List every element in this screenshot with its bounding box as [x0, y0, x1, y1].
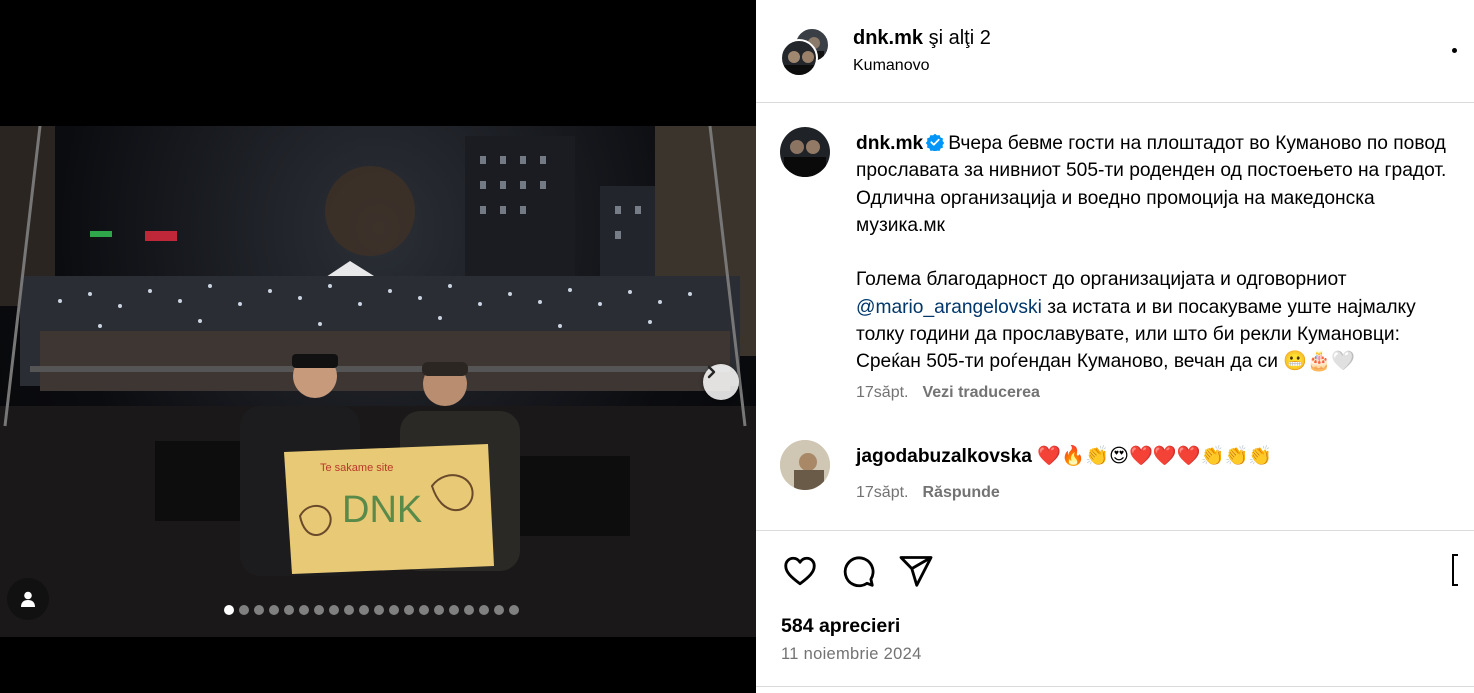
post-author[interactable]: dnk.mk şi alţi 2	[853, 27, 991, 50]
carousel-dot	[464, 605, 474, 615]
next-image-button[interactable]	[703, 364, 739, 400]
coauthor-avatars[interactable]	[780, 27, 832, 79]
post-header: dnk.mk şi alţi 2 Kumanovo	[756, 0, 1474, 103]
heart-icon	[784, 556, 816, 586]
comment-text: ❤️🔥👏😍❤️❤️❤️👏👏👏	[1037, 446, 1273, 467]
reply-button[interactable]: Răspunde	[922, 484, 999, 501]
carousel-dot	[449, 605, 459, 615]
post-caption: dnk.mk Вчера бевме гости на плоштадот во…	[856, 130, 1461, 376]
carousel-dot	[494, 605, 504, 615]
likes-count[interactable]: 584 aprecieri	[781, 615, 900, 638]
bookmark-icon[interactable]	[1452, 554, 1458, 586]
post-sidebar: dnk.mk şi alţi 2 Kumanovo dnk.mk Вчера б…	[756, 0, 1474, 693]
carousel-dot	[434, 605, 444, 615]
avatar[interactable]	[780, 440, 830, 490]
author-username[interactable]: dnk.mk	[853, 27, 923, 49]
carousel-dot	[299, 605, 309, 615]
concert-photo-illustration: Te sakame site DNK	[0, 126, 756, 637]
carousel-dot	[224, 605, 234, 615]
carousel-dot	[344, 605, 354, 615]
caption-meta: 17săpt. Vezi traducerea	[856, 384, 1040, 402]
divider	[756, 686, 1474, 687]
share-button[interactable]	[896, 551, 936, 591]
like-button[interactable]	[780, 551, 820, 591]
comment-meta: 17săpt. Răspunde	[856, 484, 1000, 502]
caption-username[interactable]: dnk.mk	[856, 133, 923, 154]
carousel-indicator	[224, 605, 519, 615]
user-tag-icon	[21, 591, 35, 607]
tagged-users-button[interactable]	[7, 578, 49, 620]
carousel-dot	[329, 605, 339, 615]
caption-paragraph-1: Вчера бевме гости на плоштадот во Кумано…	[856, 133, 1447, 236]
action-bar	[780, 551, 936, 591]
post-media: Te sakame site DNK	[0, 0, 756, 693]
carousel-dot	[389, 605, 399, 615]
carousel-dot	[254, 605, 264, 615]
more-options-icon[interactable]	[1452, 48, 1457, 53]
caption-time[interactable]: 17săpt.	[856, 384, 908, 401]
carousel-dot	[314, 605, 324, 615]
post-photo[interactable]: Te sakame site DNK	[0, 126, 756, 637]
carousel-dot	[239, 605, 249, 615]
carousel-dot	[269, 605, 279, 615]
comment-username[interactable]: jagodabuzalkovska	[856, 446, 1032, 467]
carousel-dot	[419, 605, 429, 615]
comment-button[interactable]	[838, 551, 878, 591]
avatar	[780, 39, 818, 77]
carousel-dot	[509, 605, 519, 615]
divider	[756, 530, 1474, 531]
translate-link[interactable]: Vezi traducerea	[922, 384, 1039, 401]
carousel-dot	[284, 605, 294, 615]
carousel-dot	[479, 605, 489, 615]
carousel-dot	[374, 605, 384, 615]
comment-icon	[843, 556, 875, 588]
avatar[interactable]	[780, 127, 830, 177]
mention-link[interactable]: @mario_arangelovski	[856, 297, 1042, 318]
post-date[interactable]: 11 noiembrie 2024	[781, 645, 922, 664]
comment-time[interactable]: 17săpt.	[856, 484, 908, 501]
comment-item: jagodabuzalkovska ❤️🔥👏😍❤️❤️❤️👏👏👏	[856, 443, 1272, 470]
location-link[interactable]: Kumanovo	[853, 57, 930, 75]
carousel-dot	[404, 605, 414, 615]
caption-paragraph-2-start: Голема благодарност до организацијата и …	[856, 269, 1347, 291]
chevron-right-icon	[707, 365, 716, 379]
coauthors-label[interactable]: şi alţi 2	[929, 27, 991, 49]
share-icon	[899, 556, 933, 587]
carousel-dot	[359, 605, 369, 615]
sign-small-text: Te sakame site	[320, 462, 393, 474]
sign-text: DNK	[342, 489, 422, 531]
verified-badge-icon	[926, 133, 945, 151]
